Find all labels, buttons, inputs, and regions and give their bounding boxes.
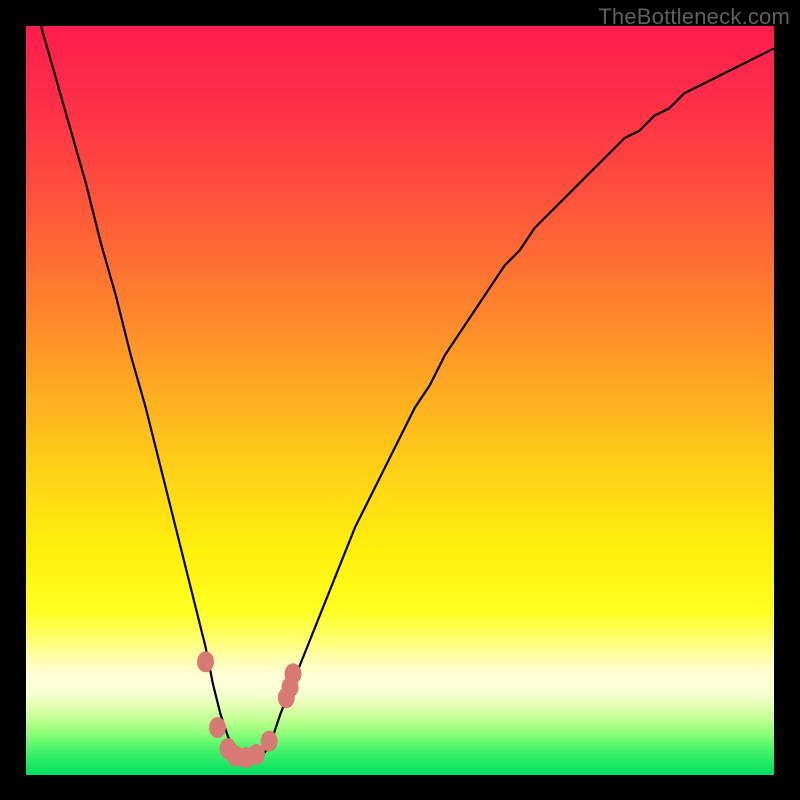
curve-marker bbox=[261, 731, 278, 752]
curve-marker bbox=[209, 717, 226, 738]
curve-marker bbox=[285, 663, 302, 684]
chart-svg bbox=[26, 26, 774, 774]
curve-marker bbox=[197, 651, 214, 672]
curve-markers bbox=[197, 651, 302, 768]
plot-area bbox=[26, 26, 774, 774]
chart-frame: TheBottleneck.com bbox=[0, 0, 800, 800]
bottleneck-curve bbox=[26, 0, 774, 759]
